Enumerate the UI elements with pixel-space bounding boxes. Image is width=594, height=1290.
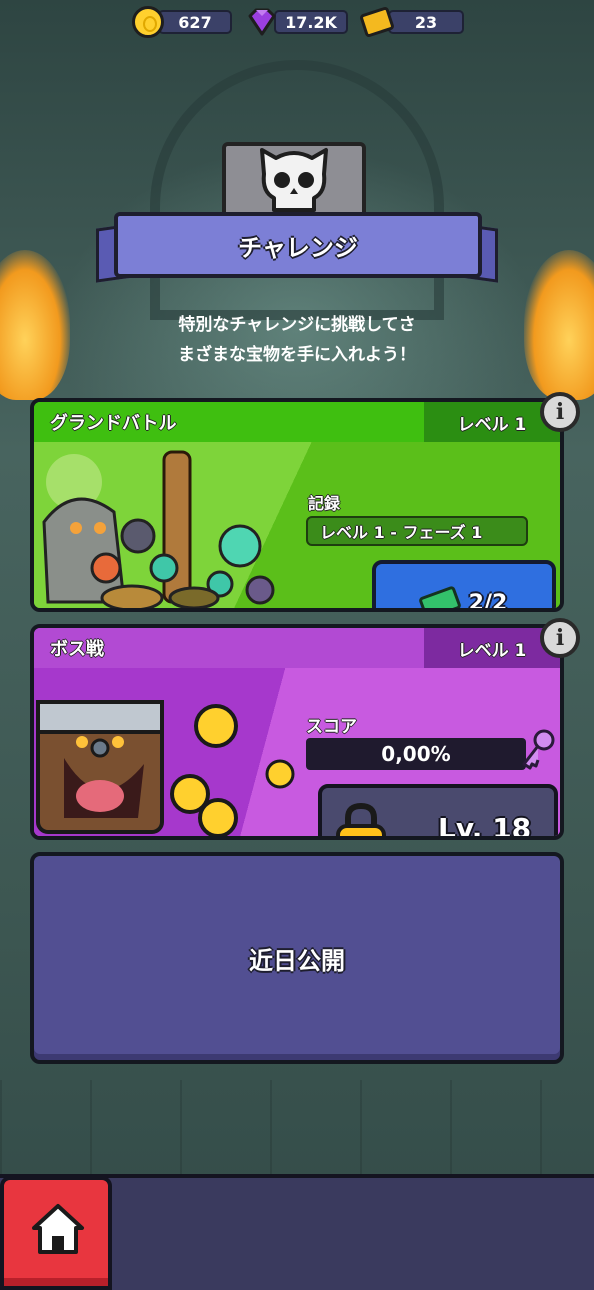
boss-battle-header: ボス戦 レベル 1 bbox=[34, 628, 560, 668]
description-line-1: 特別なチャレンジに挑戦してさ bbox=[178, 315, 416, 335]
grand-battle-artwork bbox=[42, 450, 275, 608]
boss-battle-title: ボス戦 bbox=[50, 639, 104, 660]
padlock-icon bbox=[336, 802, 386, 836]
page-title: チャレンジ bbox=[238, 233, 358, 262]
grand-battle-info-button[interactable]: i bbox=[540, 392, 580, 432]
grand-battle-body: 記録 レベル 1 - フェーズ 1 2/2 bbox=[34, 442, 560, 608]
gem-counter[interactable]: 17.2K bbox=[246, 8, 348, 36]
boss-battle-locked-button[interactable]: Lv. 18 bbox=[318, 784, 558, 840]
coin-counter[interactable]: 627 bbox=[132, 6, 232, 38]
gem-amount: 17.2K bbox=[274, 10, 348, 34]
page-title-banner: チャレンジ bbox=[114, 212, 482, 278]
key-icon bbox=[522, 729, 555, 770]
record-value: レベル 1 - フェーズ 1 bbox=[306, 516, 528, 546]
coin-amount: 627 bbox=[158, 10, 232, 34]
coming-soon-card: 近日公開 bbox=[30, 852, 564, 1064]
info-icon: i bbox=[555, 399, 565, 425]
grand-battle-card[interactable]: グランドバトル レベル 1 記録 レベル 1 - フェーズ 1 2/2 bbox=[30, 398, 564, 612]
boss-battle-artwork bbox=[36, 700, 295, 836]
info-icon: i bbox=[555, 625, 565, 651]
header-plate bbox=[222, 142, 366, 218]
record-label: 記録 bbox=[308, 494, 341, 513]
background-bricks bbox=[0, 1080, 594, 1180]
coming-soon-label: 近日公開 bbox=[249, 946, 345, 975]
grand-battle-title: グランドバトル bbox=[50, 413, 177, 434]
coin-icon bbox=[132, 6, 164, 38]
ticket-amount: 23 bbox=[388, 10, 464, 34]
boss-battle-body: スコア 0,00% Lv. 18 bbox=[34, 668, 560, 836]
ticket-icon bbox=[417, 585, 462, 608]
ticket-count: 2/2 bbox=[468, 590, 508, 612]
home-icon bbox=[32, 1204, 84, 1254]
score-label: スコア bbox=[306, 717, 357, 737]
grand-battle-header: グランドバトル レベル 1 bbox=[34, 402, 560, 442]
unlock-level: Lv. 18 bbox=[438, 812, 532, 840]
boss-battle-card[interactable]: ボス戦 レベル 1 スコア 0,00% Lv. 18 bbox=[30, 624, 564, 840]
description-line-2: まざまな宝物を手に入れよう！ bbox=[178, 345, 416, 365]
grand-battle-play-button[interactable]: 2/2 bbox=[372, 560, 556, 612]
ticket-counter[interactable]: 23 bbox=[359, 5, 464, 39]
home-nav-button[interactable] bbox=[0, 1176, 112, 1290]
score-progress-bar: 0,00% bbox=[306, 738, 526, 770]
score-value: 0,00% bbox=[381, 742, 451, 766]
gem-icon bbox=[248, 8, 276, 36]
page-description: 特別なチャレンジに挑戦してさ まざまな宝物を手に入れよう！ bbox=[100, 310, 494, 370]
boss-battle-info-button[interactable]: i bbox=[540, 618, 580, 658]
skull-icon bbox=[260, 148, 328, 212]
